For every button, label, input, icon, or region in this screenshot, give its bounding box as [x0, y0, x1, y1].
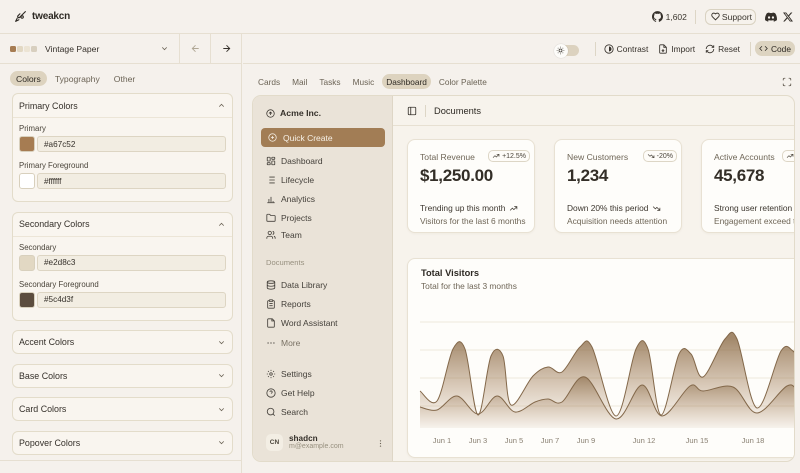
svg-text:Jun 3: Jun 3 — [469, 436, 488, 445]
svg-text:Jun 5: Jun 5 — [505, 436, 524, 445]
svg-text:Jun 15: Jun 15 — [686, 436, 709, 445]
svg-text:Jun 12: Jun 12 — [633, 436, 656, 445]
svg-text:Jun 18: Jun 18 — [742, 436, 765, 445]
svg-text:Jun 1: Jun 1 — [433, 436, 452, 445]
svg-text:Jun 9: Jun 9 — [577, 436, 596, 445]
svg-text:Jun 7: Jun 7 — [541, 436, 560, 445]
